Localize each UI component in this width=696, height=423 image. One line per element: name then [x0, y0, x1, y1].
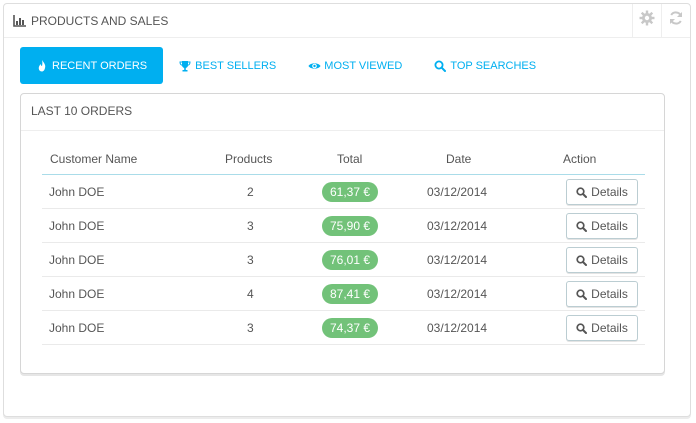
- table-row: John DOE 3 75,90 € 03/12/2014 Details: [42, 209, 645, 243]
- column-header-date: Date: [446, 152, 472, 166]
- table-row: John DOE 3 74,37 € 03/12/2014 Details: [42, 311, 645, 345]
- total-badge: 61,37 €: [322, 182, 378, 202]
- product-count: 2: [247, 185, 254, 199]
- details-button[interactable]: Details: [566, 179, 638, 205]
- panel-tools: [632, 4, 690, 37]
- order-date: 03/12/2014: [427, 287, 488, 301]
- search-icon: [434, 60, 447, 72]
- order-date: 03/12/2014: [427, 219, 488, 233]
- details-button[interactable]: Details: [566, 281, 638, 307]
- refresh-button[interactable]: [661, 4, 690, 37]
- tab-best-sellers[interactable]: BEST SELLERS: [163, 47, 292, 84]
- gear-icon: [639, 10, 655, 31]
- total-badge: 75,90 €: [322, 216, 378, 236]
- trophy-icon: [179, 60, 191, 72]
- table-row: John DOE 3 76,01 € 03/12/2014 Details: [42, 243, 645, 277]
- bar-chart-icon: [13, 15, 27, 27]
- table-header: Customer Name Products Total Date Action: [42, 150, 645, 175]
- order-date: 03/12/2014: [427, 321, 488, 335]
- configure-button[interactable]: [632, 4, 661, 37]
- column-header-action: Action: [563, 152, 597, 166]
- product-count: 4: [247, 287, 254, 301]
- refresh-icon: [668, 10, 684, 31]
- orders-table-body: John DOE 2 61,37 € 03/12/2014 Details Jo…: [42, 175, 645, 345]
- details-label: Details: [591, 287, 628, 301]
- order-date: 03/12/2014: [427, 185, 488, 199]
- search-icon: [576, 254, 588, 266]
- tab-recent-orders[interactable]: RECENT ORDERS: [20, 47, 164, 84]
- product-count: 3: [247, 219, 254, 233]
- customer-name: John DOE: [49, 253, 105, 267]
- column-header-customer: Customer Name: [50, 152, 138, 166]
- tab-bar: RECENT ORDERS BEST SELLERS MOST VIEWED T…: [20, 47, 552, 84]
- tab-top-searches[interactable]: TOP SEARCHES: [418, 47, 552, 84]
- order-date: 03/12/2014: [427, 253, 488, 267]
- table-row: John DOE 2 61,37 € 03/12/2014 Details: [42, 175, 645, 209]
- total-badge: 74,37 €: [322, 318, 378, 338]
- panel-heading: PRODUCTS AND SALES: [4, 4, 690, 38]
- tab-label: RECENT ORDERS: [52, 59, 148, 72]
- customer-name: John DOE: [49, 321, 105, 335]
- divider: [21, 130, 664, 131]
- tab-label: BEST SELLERS: [195, 59, 277, 72]
- details-label: Details: [591, 219, 628, 233]
- details-label: Details: [591, 321, 628, 335]
- details-button[interactable]: Details: [566, 247, 638, 273]
- tab-label: TOP SEARCHES: [450, 59, 537, 72]
- tab-most-viewed[interactable]: MOST VIEWED: [292, 47, 418, 84]
- product-count: 3: [247, 321, 254, 335]
- table-row: John DOE 4 87,41 € 03/12/2014 Details: [42, 277, 645, 311]
- search-icon: [576, 322, 588, 334]
- search-icon: [576, 288, 588, 300]
- column-header-products: Products: [225, 152, 273, 166]
- product-count: 3: [247, 253, 254, 267]
- flame-icon: [36, 59, 48, 72]
- eye-icon: [308, 60, 321, 72]
- panel-title-text: PRODUCTS AND SALES: [31, 14, 169, 28]
- customer-name: John DOE: [49, 287, 105, 301]
- details-button[interactable]: Details: [566, 315, 638, 341]
- total-badge: 87,41 €: [322, 284, 378, 304]
- customer-name: John DOE: [49, 185, 105, 199]
- search-icon: [576, 220, 588, 232]
- customer-name: John DOE: [49, 219, 105, 233]
- tab-label: MOST VIEWED: [324, 59, 403, 72]
- panel-title: PRODUCTS AND SALES: [13, 14, 168, 28]
- section-heading: LAST 10 ORDERS: [31, 104, 133, 118]
- details-label: Details: [591, 253, 628, 267]
- column-header-total: Total: [337, 152, 363, 166]
- details-label: Details: [591, 185, 628, 199]
- total-badge: 76,01 €: [322, 250, 378, 270]
- search-icon: [576, 186, 588, 198]
- last-orders-section: LAST 10 ORDERS Customer Name Products To…: [20, 93, 665, 374]
- details-button[interactable]: Details: [566, 213, 638, 239]
